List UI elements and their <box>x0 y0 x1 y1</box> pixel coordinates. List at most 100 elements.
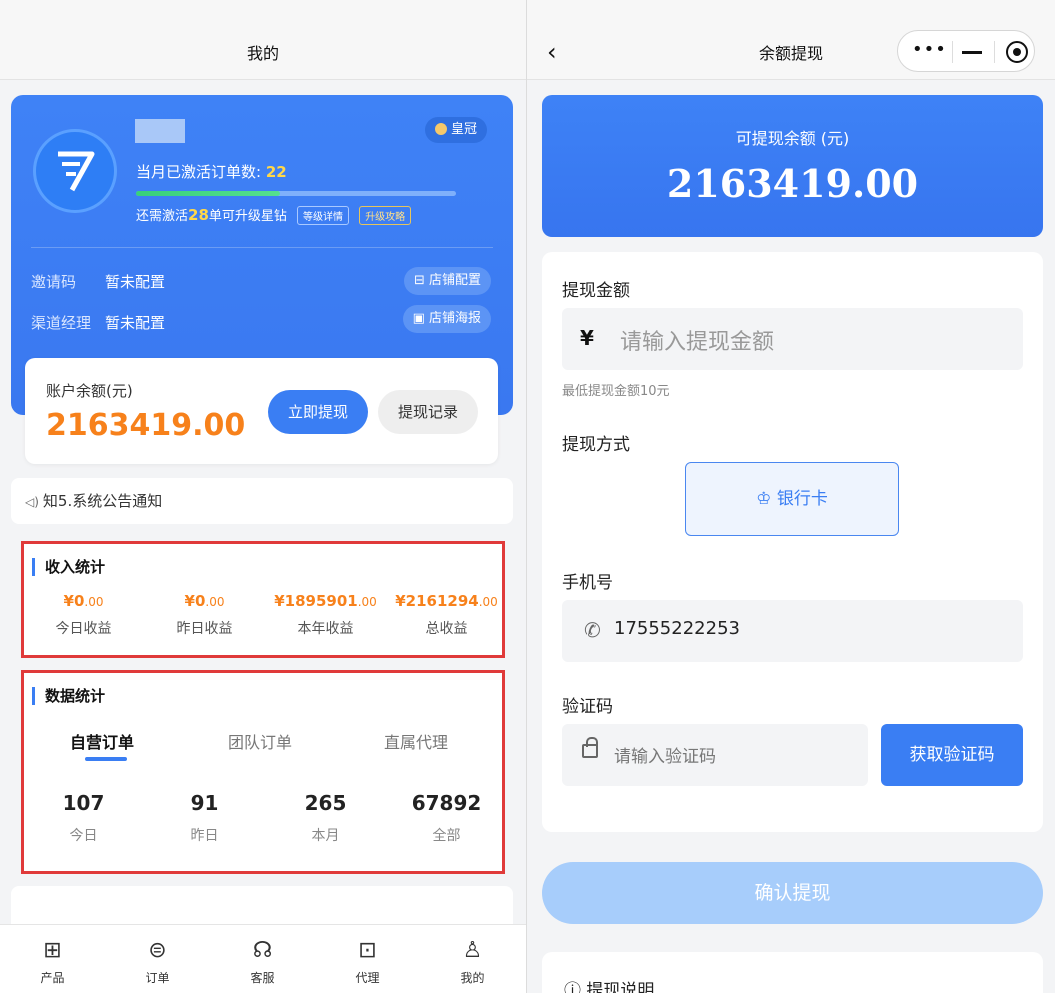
code-placeholder: 请输入验证码 <box>614 747 716 767</box>
data-stat-label: 昨日 <box>190 828 219 844</box>
tab-self-orders[interactable]: 自营订单 <box>70 729 134 753</box>
income-item: ¥1895901.00 本年收益 <box>265 592 386 638</box>
get-code-button[interactable]: 获取验证码 <box>881 724 1023 786</box>
tab-orders[interactable]: ⊜ 订单 <box>105 925 210 986</box>
logo-icon <box>58 151 95 192</box>
data-stat-label: 今日 <box>69 828 98 844</box>
tab-team-orders[interactable]: 团队订单 <box>228 729 292 753</box>
miniprogram-capsule: ••• <box>897 30 1035 72</box>
upgrade-guide-tag[interactable]: 升级攻略 <box>359 206 412 225</box>
code-label: 验证码 <box>562 697 613 717</box>
orders-icon: ⊜ <box>148 938 167 963</box>
nav-bar: 我的 <box>0 0 526 80</box>
capsule-separator <box>952 41 953 63</box>
data-stat-item: 107 今日 <box>23 791 144 845</box>
speaker-icon: ◁) <box>25 495 39 509</box>
headset-icon: ☊ <box>252 938 273 963</box>
method-label: 提现方式 <box>562 435 630 455</box>
phone-label: 手机号 <box>562 573 613 593</box>
agent-icon: ⊡ <box>358 938 377 963</box>
tab-products[interactable]: ⊞ 产品 <box>0 925 105 986</box>
tab-agent[interactable]: ⊡ 代理 <box>315 925 420 986</box>
income-value: ¥2161294.00 <box>395 592 498 610</box>
data-stat-value: 91 <box>190 791 219 815</box>
announcement-bar[interactable]: ◁) 知5.系统公告通知 <box>11 478 513 524</box>
income-label: 本年收益 <box>297 621 354 637</box>
income-label: 昨日收益 <box>176 621 233 637</box>
available-label: 可提现余额 (元) <box>735 129 850 148</box>
nav-bar: ‹ 余额提现 ••• <box>527 0 1055 80</box>
bottom-tab-bar: ⊞ 产品 ⊜ 订单 ☊ 客服 ⊡ 代理 ♙ 我的 <box>0 924 526 993</box>
currency-symbol: ¥ <box>580 326 594 350</box>
income-value: ¥0.00 <box>184 592 225 610</box>
phone-input[interactable]: ✆ 17555222253 <box>562 600 1023 662</box>
shop-icon: ⊟ <box>413 273 429 288</box>
income-item: ¥0.00 昨日收益 <box>144 592 265 638</box>
balance-card: 账户余额(元) 2163419.00 立即提现 提现记录 <box>25 358 498 464</box>
tab-service[interactable]: ☊ 客服 <box>210 925 315 986</box>
data-stat-item: 67892 全部 <box>386 791 507 845</box>
upgrade-info: 还需激活28单可升级星钻 等级详情 升级攻略 <box>136 205 412 225</box>
income-item: ¥2161294.00 总收益 <box>386 592 507 638</box>
close-target-icon[interactable] <box>1006 41 1028 63</box>
username-placeholder <box>135 119 185 143</box>
data-stat-value: 265 <box>304 791 347 815</box>
grid-icon: ⊞ <box>43 938 62 963</box>
balance-value: 2163419.00 <box>46 408 246 443</box>
withdraw-pane: ‹ 余额提现 ••• 可提现余额 (元) 2163419.00 提现金额 ¥ 请… <box>527 0 1055 993</box>
withdraw-explain-card: ⓘ 提现说明 <box>542 952 1043 993</box>
data-stat-value: 67892 <box>411 791 482 815</box>
image-icon: ▣ <box>412 311 429 326</box>
info-icon: ⓘ <box>564 981 587 993</box>
avatar[interactable] <box>33 129 117 213</box>
income-item: ¥0.00 今日收益 <box>23 592 144 638</box>
level-badge: 皇冠 <box>425 117 488 143</box>
level-progress-fill <box>136 191 280 196</box>
bank-card-icon: ♔ <box>756 489 777 509</box>
tab-mine[interactable]: ♙ 我的 <box>420 925 525 986</box>
phone-value: 17555222253 <box>614 618 740 639</box>
invite-code-row: 邀请码 暂未配置 <box>31 273 166 291</box>
explain-title: ⓘ 提现说明 <box>564 976 654 993</box>
amount-input[interactable]: ¥ 请输入提现金额 <box>562 308 1023 370</box>
channel-manager-row: 渠道经理 暂未配置 <box>31 314 166 332</box>
data-stat-value: 107 <box>62 791 105 815</box>
tab-indicator <box>85 757 127 761</box>
amount-label: 提现金额 <box>562 281 630 301</box>
available-balance-card: 可提现余额 (元) 2163419.00 <box>542 95 1043 237</box>
bank-card-option[interactable]: ♔ 银行卡 <box>685 462 899 536</box>
lock-icon <box>582 737 598 758</box>
income-label: 今日收益 <box>55 621 112 637</box>
income-value: ¥0.00 <box>63 592 104 610</box>
income-value: ¥1895901.00 <box>274 592 377 610</box>
income-title: 收入统计 <box>32 558 105 576</box>
my-page-pane: 我的 皇冠 当月已激活订单数: 22 还需激活28单可升级星钻 等级详情 升级攻… <box>0 0 526 993</box>
income-label: 总收益 <box>425 621 468 637</box>
minimize-icon[interactable] <box>962 51 982 54</box>
shop-config-button[interactable]: ⊟ 店铺配置 <box>403 267 491 295</box>
crown-icon <box>435 123 447 135</box>
activated-orders: 当月已激活订单数: 22 <box>136 163 287 181</box>
withdraw-form: 提现金额 ¥ 请输入提现金额 最低提现金额10元 提现方式 ♔ 银行卡 手机号 … <box>542 252 1043 832</box>
level-detail-tag[interactable]: 等级详情 <box>297 206 350 225</box>
data-stat-label: 本月 <box>311 828 340 844</box>
amount-placeholder: 请输入提现金额 <box>620 330 775 355</box>
data-stats: 数据统计 自营订单 团队订单 直属代理 107 今日 91 昨日 265 本月 67892 全… <box>21 670 505 874</box>
min-amount-hint: 最低提现金额10元 <box>562 384 670 399</box>
confirm-withdraw-button[interactable]: 确认提现 <box>542 862 1043 924</box>
divider <box>31 247 493 248</box>
more-icon[interactable]: ••• <box>912 39 947 60</box>
income-stats: 收入统计 ¥0.00 今日收益 ¥0.00 昨日收益 ¥1895901.00 本年收益 ¥2… <box>21 541 505 658</box>
shop-poster-button[interactable]: ▣ 店铺海报 <box>402 305 491 333</box>
code-input[interactable]: 请输入验证码 <box>562 724 868 786</box>
level-progress <box>136 191 456 196</box>
data-stat-item: 265 本月 <box>265 791 386 845</box>
withdraw-record-button[interactable]: 提现记录 <box>378 390 478 434</box>
withdraw-now-button[interactable]: 立即提现 <box>268 390 368 434</box>
phone-icon: ✆ <box>584 618 601 642</box>
data-stat-item: 91 昨日 <box>144 791 265 845</box>
capsule-separator <box>994 41 995 63</box>
tab-direct-agents[interactable]: 直属代理 <box>384 729 448 753</box>
user-icon: ♙ <box>462 938 483 963</box>
page-title: 我的 <box>246 44 279 63</box>
